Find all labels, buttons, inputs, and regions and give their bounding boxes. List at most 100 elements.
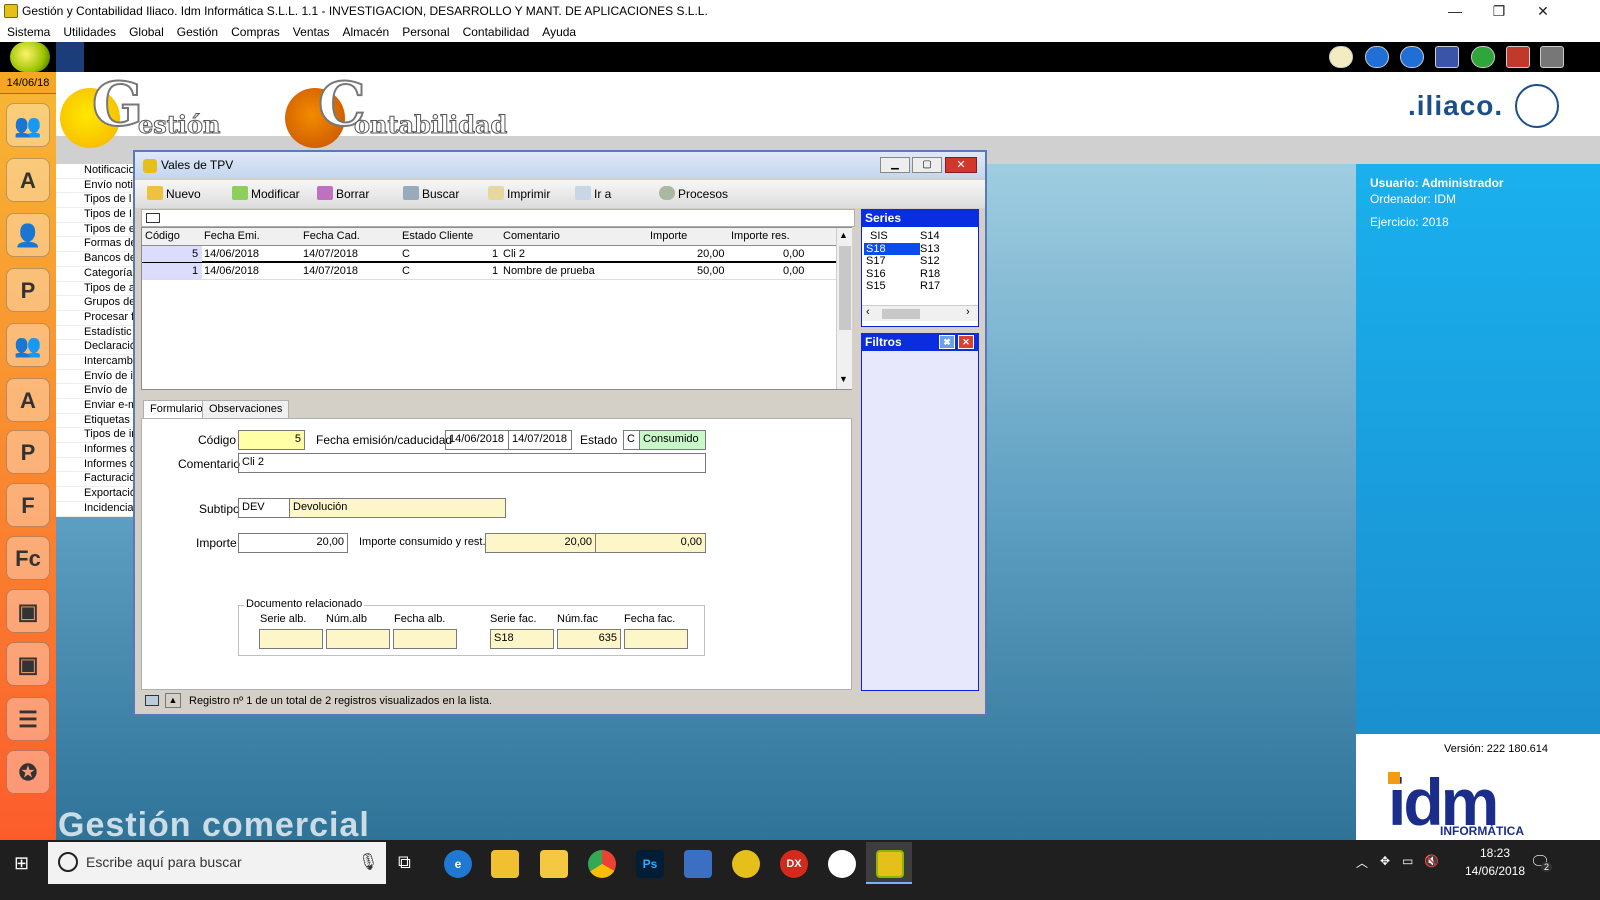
taskbar-search[interactable]: Escribe aquí para buscar 🎙 xyxy=(48,842,386,884)
windows-start-icon[interactable]: ⊞ xyxy=(14,854,32,872)
menu-tree-item[interactable]: Incidencia xyxy=(56,502,134,517)
dx-icon[interactable]: DX xyxy=(780,850,808,878)
menu-contabilidad[interactable]: Contabilidad xyxy=(456,22,536,39)
window-close-button[interactable]: ✕ xyxy=(945,157,977,173)
num-fac-field[interactable]: 635 xyxy=(557,629,621,649)
imprimir-button[interactable]: Imprimir xyxy=(488,186,550,204)
col-importe[interactable]: Importe xyxy=(650,230,687,242)
col-comentario[interactable]: Comentario xyxy=(503,230,560,242)
menu-sistema[interactable]: Sistema xyxy=(0,22,56,39)
scroll-left-icon[interactable]: ‹ xyxy=(866,306,870,318)
series-item-s13[interactable]: S13 xyxy=(920,243,976,256)
series-item-s12[interactable]: S12 xyxy=(920,255,976,268)
menu-tree-item[interactable]: Envío de xyxy=(56,384,134,399)
menu-gestion[interactable]: Gestión xyxy=(170,22,224,39)
series-item-r17[interactable]: R17 xyxy=(920,280,976,293)
codigo-field[interactable]: 5 xyxy=(238,430,305,450)
scroll-thumb[interactable] xyxy=(839,246,851,330)
p-icon[interactable]: P xyxy=(6,430,50,474)
close-button[interactable]: ✕ xyxy=(1520,0,1566,22)
menu-tree-item[interactable]: Tipos de l xyxy=(56,193,134,209)
serie-fac-field[interactable]: S18 xyxy=(490,629,554,649)
scroll-up-icon[interactable]: ▲ xyxy=(839,230,848,240)
back-arrow-icon[interactable] xyxy=(1365,46,1389,68)
contacts-a-icon[interactable]: A xyxy=(6,158,50,202)
filter-close-icon[interactable]: ✕ xyxy=(958,335,974,349)
menu-tree-item[interactable]: Formas de xyxy=(56,237,134,253)
computer-icon[interactable] xyxy=(684,850,712,878)
people-icon[interactable]: 👥 xyxy=(6,323,50,367)
quick-search-input[interactable] xyxy=(141,209,855,227)
mail-icon[interactable] xyxy=(1329,46,1353,68)
fc-icon[interactable]: Fc xyxy=(6,536,50,580)
app-circle-icon[interactable] xyxy=(828,850,856,878)
person-a-icon[interactable]: A xyxy=(6,378,50,422)
help-icon[interactable] xyxy=(1471,46,1495,68)
fecha-caducidad-field[interactable]: 14/07/2018 xyxy=(508,430,572,450)
collapse-up-icon[interactable]: ▲ xyxy=(165,693,181,708)
microphone-icon[interactable]: 🎙 xyxy=(358,852,378,872)
buscar-button[interactable]: Buscar xyxy=(403,186,459,204)
window-minimize-button[interactable]: ▁ xyxy=(880,157,910,173)
dropbox-icon[interactable]: ✥ xyxy=(1380,854,1390,868)
menu-tree-item[interactable]: Tipos de a xyxy=(56,282,134,297)
series-item-s18[interactable]: S18 xyxy=(864,242,920,255)
close-all-icon[interactable] xyxy=(1540,46,1564,68)
person-icon[interactable]: 👤 xyxy=(6,213,50,257)
menu-tree-item[interactable]: Tipos de I xyxy=(56,208,134,223)
users-icon[interactable]: 👥 xyxy=(6,103,50,147)
windows-list-icon[interactable] xyxy=(1435,46,1459,68)
subtipo-code-field[interactable]: DEV xyxy=(238,498,290,518)
gestion-app-icon[interactable] xyxy=(732,850,760,878)
num-alb-field[interactable] xyxy=(326,629,390,649)
menu-tree-item[interactable]: Declaració xyxy=(56,340,134,355)
menu-tree-item[interactable]: Bancos de xyxy=(56,252,134,267)
series-hscrollbar[interactable]: ‹ › xyxy=(862,305,978,321)
network-icon[interactable]: ▭ xyxy=(1402,854,1413,868)
series-item-s17[interactable]: S17 xyxy=(864,255,920,268)
estado-code-field[interactable]: C xyxy=(623,430,640,450)
importe-field[interactable]: 20,00 xyxy=(238,533,348,553)
chrome-icon[interactable] xyxy=(588,850,616,878)
clock-date[interactable]: 14/06/2018 xyxy=(1452,864,1538,878)
col-codigo[interactable]: Código xyxy=(145,230,180,242)
tab-observaciones[interactable]: Observaciones xyxy=(202,400,290,418)
menu-tree-item[interactable]: Notificacio xyxy=(56,164,134,179)
clock-time[interactable]: 18:23 xyxy=(1462,846,1528,860)
menu-ventas[interactable]: Ventas xyxy=(286,22,336,39)
menu-almacen[interactable]: Almacén xyxy=(336,22,396,39)
menu-global[interactable]: Global xyxy=(122,22,170,39)
menu-personal[interactable]: Personal xyxy=(395,22,455,39)
menu-tree-item[interactable]: Intercambi xyxy=(56,355,134,370)
bag2-icon[interactable]: ▣ xyxy=(6,642,50,686)
task-view-icon[interactable]: ⧉ xyxy=(398,852,411,873)
menu-tree-item[interactable]: Enviar e-m xyxy=(56,399,134,414)
menu-tree-item[interactable]: Envío de i xyxy=(56,370,134,385)
person-p-icon[interactable]: P xyxy=(6,268,50,312)
series-item-s15[interactable]: S15 xyxy=(864,280,920,293)
menu-tree-item[interactable]: Envío noti xyxy=(56,179,134,194)
col-cliente[interactable]: Cliente xyxy=(439,230,473,242)
table-row[interactable]: 5 14/06/2018 14/07/2018 C 1 Cli 2 20,00 … xyxy=(142,246,851,263)
minimize-button[interactable]: — xyxy=(1432,0,1478,22)
menu-tree-item[interactable]: Grupos de xyxy=(56,296,134,311)
fecha-alb-field[interactable] xyxy=(393,629,457,649)
f-icon[interactable]: F xyxy=(6,483,50,527)
table-row[interactable]: 1 14/06/2018 14/07/2018 C 1 Nombre de pr… xyxy=(142,263,851,280)
tray-chevron-icon[interactable]: ︿ xyxy=(1356,854,1368,871)
menu-tree-item[interactable]: Informes d xyxy=(56,458,134,473)
menu-tree-item[interactable]: Exportació xyxy=(56,487,134,502)
edge-icon[interactable]: e xyxy=(444,850,472,878)
bag-icon[interactable]: ▣ xyxy=(6,589,50,633)
menu-tree-item[interactable]: Estadístic xyxy=(56,326,134,341)
forward-arrow-icon[interactable] xyxy=(1400,46,1424,68)
filter-settings-icon[interactable]: ✖ xyxy=(939,335,955,349)
ir-a-button[interactable]: Ir a xyxy=(575,186,611,204)
scroll-right-icon[interactable]: › xyxy=(966,306,970,318)
restore-button[interactable]: ❐ xyxy=(1476,0,1522,22)
nuevo-button[interactable]: Nuevo xyxy=(147,186,201,204)
menu-tree-item[interactable]: Procesar f xyxy=(56,311,134,326)
series-scroll-thumb[interactable] xyxy=(882,309,920,319)
borrar-button[interactable]: Borrar xyxy=(317,186,369,204)
fecha-emision-field[interactable]: 14/06/2018 xyxy=(445,430,509,450)
